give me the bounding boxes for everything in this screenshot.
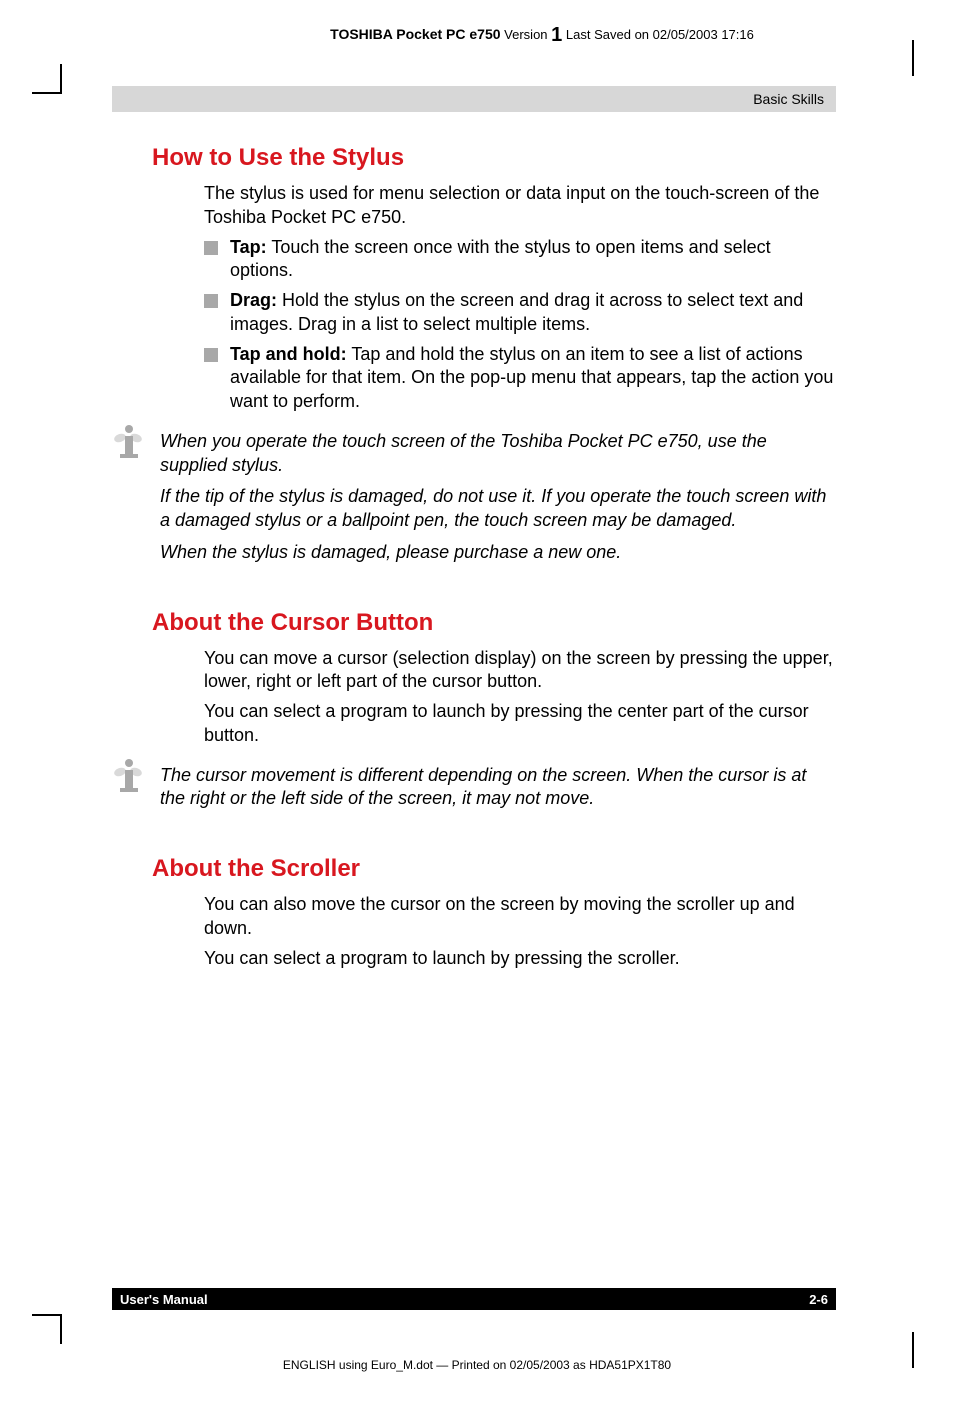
- footer-print-line: ENGLISH using Euro_M.dot — Printed on 02…: [0, 1358, 954, 1372]
- crop-mark-bottom-left: [32, 1314, 62, 1344]
- header-version-label: Version: [504, 27, 547, 42]
- bullet-icon: [204, 348, 218, 362]
- stylus-note-block: When you operate the touch screen of the…: [108, 430, 836, 565]
- stylus-intro: The stylus is used for menu selection or…: [204, 182, 836, 230]
- info-icon: [108, 758, 148, 798]
- cursor-note-block: The cursor movement is different dependi…: [108, 764, 836, 812]
- scroller-p1: You can also move the cursor on the scre…: [204, 893, 836, 941]
- bullet-text: Tap: Touch the screen once with the styl…: [230, 236, 836, 284]
- note-text: The cursor movement is different dependi…: [160, 764, 836, 812]
- footer-right: 2-6: [809, 1292, 828, 1307]
- bullet-label: Tap:: [230, 237, 267, 257]
- cursor-p1: You can move a cursor (selection display…: [204, 647, 836, 695]
- list-item: Tap: Touch the screen once with the styl…: [204, 236, 836, 284]
- page: TOSHIBA Pocket PC e750 Version 1 Last Sa…: [0, 0, 954, 1408]
- list-item: Tap and hold: Tap and hold the stylus on…: [204, 343, 836, 414]
- stylus-bullet-list: Tap: Touch the screen once with the styl…: [204, 236, 836, 414]
- banner-text: Basic Skills: [753, 91, 824, 107]
- page-header: TOSHIBA Pocket PC e750 Version 1 Last Sa…: [230, 24, 854, 47]
- bullet-body: Touch the screen once with the stylus to…: [230, 237, 771, 281]
- content-area: How to Use the Stylus The stylus is used…: [152, 130, 836, 976]
- heading-cursor: About the Cursor Button: [152, 609, 836, 637]
- bullet-label: Drag:: [230, 290, 277, 310]
- bullet-icon: [204, 294, 218, 308]
- bullet-label: Tap and hold:: [230, 344, 347, 364]
- header-saved: Last Saved on 02/05/2003 17:16: [566, 27, 754, 42]
- crop-mark-top-right: [912, 40, 914, 76]
- section-banner: Basic Skills: [112, 86, 836, 112]
- note-text: When the stylus is damaged, please purch…: [160, 541, 836, 565]
- header-version-number: 1: [551, 24, 562, 46]
- heading-stylus: How to Use the Stylus: [152, 144, 836, 172]
- footer-left: User's Manual: [120, 1292, 208, 1307]
- list-item: Drag: Hold the stylus on the screen and …: [204, 289, 836, 337]
- note-text: If the tip of the stylus is damaged, do …: [160, 485, 836, 533]
- bullet-text: Tap and hold: Tap and hold the stylus on…: [230, 343, 836, 414]
- footer-bar: User's Manual 2-6: [112, 1288, 836, 1310]
- note-text: When you operate the touch screen of the…: [160, 430, 836, 478]
- info-icon: [108, 424, 148, 464]
- cursor-p2: You can select a program to launch by pr…: [204, 700, 836, 748]
- heading-scroller: About the Scroller: [152, 855, 836, 883]
- header-product: TOSHIBA Pocket PC e750: [330, 26, 500, 42]
- bullet-text: Drag: Hold the stylus on the screen and …: [230, 289, 836, 337]
- bullet-icon: [204, 241, 218, 255]
- bullet-body: Hold the stylus on the screen and drag i…: [230, 290, 803, 334]
- crop-mark-top-left: [32, 64, 62, 94]
- scroller-p2: You can select a program to launch by pr…: [204, 947, 836, 971]
